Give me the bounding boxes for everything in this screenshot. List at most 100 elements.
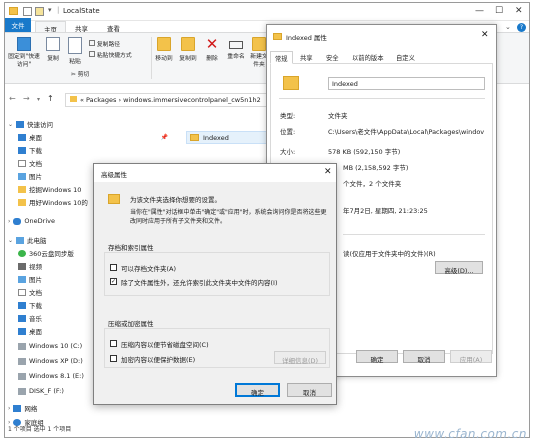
nav-pictures[interactable]: 图片 — [18, 170, 42, 182]
nav-desktop-2-label: 桌面 — [29, 328, 42, 336]
tab-security[interactable]: 安全 — [322, 51, 343, 64]
drive-icon — [18, 342, 26, 350]
paste-shortcut-icon — [89, 51, 95, 57]
encrypt-checkbox[interactable] — [110, 355, 117, 362]
nav-folder-extra-2[interactable]: 用好Windows 10的 — [18, 196, 88, 208]
folder-icon — [18, 185, 26, 193]
copy-path-label: 复制路径 — [96, 42, 121, 48]
nav-videos-label: 视频 — [29, 263, 42, 271]
ribbon-expand-icon[interactable]: ⌄ — [505, 23, 511, 31]
nav-360-cloud[interactable]: 360云盘同步版 — [18, 247, 74, 259]
nav-this-pc[interactable]: ⌄ 此电脑 — [8, 234, 47, 246]
tab-customize[interactable]: 自定义 — [392, 51, 419, 64]
close-icon[interactable]: ✕ — [324, 167, 332, 177]
paste-icon — [68, 37, 82, 54]
rename-label: 重命名 — [227, 54, 245, 60]
nav-videos[interactable]: 视频 — [18, 260, 42, 272]
nav-quick-access-label: 快速访问 — [27, 121, 54, 129]
copy-to-button[interactable]: 复制到 — [177, 37, 199, 62]
nav-downloads[interactable]: 下载 — [18, 144, 168, 156]
forward-icon[interactable]: → — [23, 94, 30, 103]
nav-documents-2[interactable]: 文档 — [18, 286, 42, 298]
rename-button[interactable]: 重命名 — [225, 37, 247, 60]
nav-music[interactable]: 音乐 — [18, 312, 42, 324]
nav-folder-extra-1[interactable]: 挖掘Windows 10 — [18, 183, 81, 195]
nav-this-pc-label: 此电脑 — [27, 237, 47, 245]
archive-checkbox[interactable] — [110, 264, 117, 271]
nav-drive-f[interactable]: DISK_F (F:) — [18, 385, 64, 397]
advanced-title: 高级属性 — [101, 171, 127, 179]
move-to-label: 移动到 — [155, 56, 173, 62]
location-value: C:\Users\老文件\AppData\Local\Packages\wind… — [328, 128, 485, 136]
help-icon[interactable]: ? — [517, 23, 526, 32]
chevron-right-icon[interactable]: › — [8, 218, 10, 225]
cancel-button[interactable]: 取消 — [403, 350, 445, 364]
nav-quick-access[interactable]: ⌄ 快速访问 — [8, 118, 53, 130]
nav-drive-e[interactable]: Windows 8.1 (E:) — [18, 370, 84, 382]
tab-previous-versions[interactable]: 以前的版本 — [348, 51, 387, 64]
tab-general[interactable]: 常规 — [270, 51, 293, 64]
tab-sharing[interactable]: 共享 — [296, 51, 317, 64]
ok-button[interactable]: 确定 — [356, 350, 398, 364]
nav-drive-d-label: Windows XP (D:) — [29, 357, 83, 365]
recent-dropdown-icon[interactable]: ▾ — [37, 96, 40, 103]
desktop-icon — [18, 133, 26, 141]
nav-pictures-2[interactable]: 图片 — [18, 273, 42, 285]
chevron-down-icon[interactable]: ⌄ — [8, 237, 13, 244]
tab-file[interactable]: 文件 — [5, 18, 31, 32]
new-folder-qa-icon[interactable] — [35, 7, 44, 16]
apply-button[interactable]: 应用(A) — [450, 350, 492, 364]
compress-checkbox[interactable] — [110, 340, 117, 347]
move-to-button[interactable]: 移动到 — [153, 37, 175, 62]
properties-tabs: 常规 共享 安全 以前的版本 自定义 — [270, 51, 493, 64]
nav-onedrive[interactable]: › OneDrive — [8, 215, 55, 227]
scissors-icon: ✂ — [71, 72, 76, 78]
large-folder-icon — [283, 76, 299, 90]
advanced-note: 当你在"属性"对话框中单击"确定"或"应用"时，系统会询问你是否将这些更改同时应… — [130, 209, 327, 225]
close-icon[interactable]: ✕ — [515, 6, 523, 16]
copy-path-button[interactable]: 复制路径 — [89, 39, 120, 48]
paste-button[interactable]: 粘贴 — [65, 37, 85, 65]
archive-group — [104, 252, 330, 296]
advanced-ok-button[interactable]: 确定 — [235, 383, 280, 397]
advanced-attributes-dialog: 高级属性 ✕ 为该文件夹选择你想要的设置。 当你在"属性"对话框中单击"确定"或… — [93, 163, 337, 405]
advanced-title-bar: 高级属性 ✕ — [94, 164, 336, 182]
advanced-button[interactable]: 高级(D)... — [435, 261, 483, 275]
cut-button[interactable]: ✂ 剪切 — [71, 69, 89, 78]
up-icon[interactable]: ↑ — [47, 94, 54, 103]
title-bar: ▾ | LocalState — ☐ ✕ — [5, 3, 529, 21]
copy-to-icon — [181, 37, 195, 51]
paste-shortcut-button[interactable]: 粘贴快捷方式 — [89, 50, 132, 59]
chevron-right-icon[interactable]: › — [8, 405, 10, 412]
nav-desktop[interactable]: 桌面 📌 — [18, 131, 168, 143]
nav-desktop-2[interactable]: 桌面 — [18, 325, 42, 337]
pin-quick-access-button[interactable]: 固定到"快速访问" — [7, 37, 41, 69]
maximize-icon[interactable]: ☐ — [495, 6, 503, 16]
nav-folder-extra-2-label: 用好Windows 10的 — [29, 199, 88, 207]
pin-icon: 📌 — [160, 133, 168, 141]
details-button[interactable]: 详细信息(D) — [274, 351, 326, 365]
minimize-icon[interactable]: — — [475, 6, 484, 16]
name-input[interactable]: Indexed — [328, 77, 485, 90]
copy-icon — [46, 37, 60, 51]
nav-drive-d[interactable]: Windows XP (D:) — [18, 355, 83, 367]
copy-button[interactable]: 复制 — [43, 37, 63, 62]
size-label: 大小: — [280, 148, 296, 156]
nav-network[interactable]: › 网络 — [8, 402, 37, 414]
properties-qa-icon[interactable] — [23, 7, 32, 16]
nav-drive-e-label: Windows 8.1 (E:) — [29, 372, 84, 380]
nav-drive-c[interactable]: Windows 10 (C:) — [18, 340, 82, 352]
address-input[interactable]: « Packages › windows.immersivecontrolpan… — [65, 93, 275, 107]
ribbon-divider — [151, 37, 152, 79]
index-checkbox[interactable]: ✓ — [110, 278, 117, 285]
chevron-down-icon[interactable]: ⌄ — [8, 121, 13, 128]
delete-button[interactable]: ✕ 删除 — [203, 37, 221, 63]
close-icon[interactable]: ✕ — [481, 30, 489, 40]
advanced-cancel-button[interactable]: 取消 — [287, 383, 332, 397]
qa-dropdown-icon[interactable]: ▾ — [48, 6, 52, 14]
paste-label: 粘贴 — [69, 59, 81, 65]
properties-title-bar: Indexed 属性 ✕ — [267, 25, 496, 49]
back-icon[interactable]: ← — [9, 94, 16, 103]
nav-downloads-2[interactable]: 下载 — [18, 299, 42, 311]
nav-documents[interactable]: 文档 — [18, 157, 42, 169]
